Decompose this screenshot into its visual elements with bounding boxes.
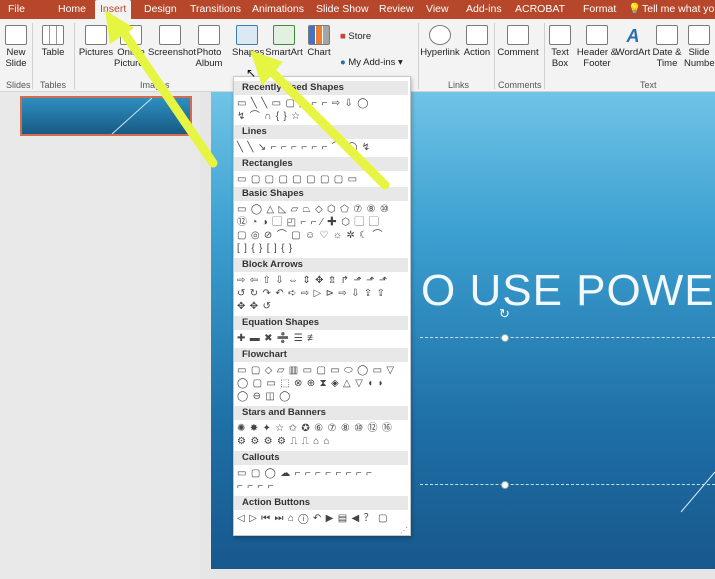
arrow-to-shapes-button xyxy=(250,50,390,190)
annotation-arrows xyxy=(105,10,390,190)
arrow-to-insert-tab xyxy=(105,10,218,168)
